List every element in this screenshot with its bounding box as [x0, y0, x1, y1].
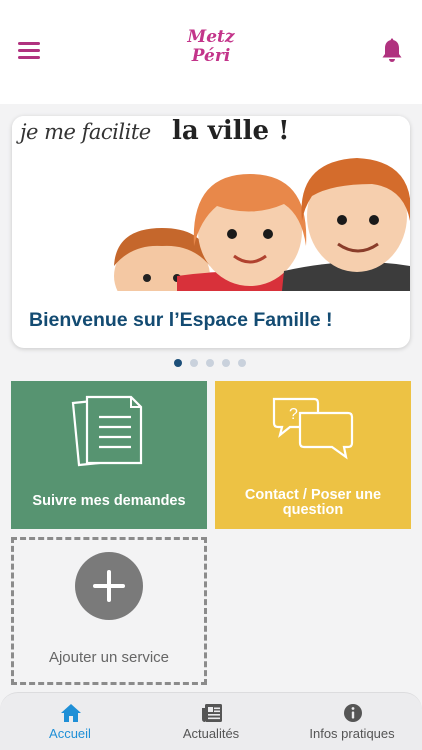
carousel-dot[interactable]: [222, 359, 230, 367]
home-icon: [61, 704, 81, 722]
welcome-title: Bienvenue sur l’Espace Famille !: [29, 309, 333, 331]
documents-icon: [71, 395, 143, 467]
svg-text:?: ?: [289, 406, 298, 423]
plus-icon: [75, 552, 143, 620]
chat-question-icon: ?: [272, 397, 354, 460]
hamburger-menu-icon[interactable]: [18, 42, 40, 62]
tab-actualites[interactable]: Actualités: [141, 693, 281, 750]
info-icon: [344, 704, 362, 722]
tab-accueil[interactable]: Accueil: [0, 693, 140, 750]
contact-label: Contact / Poser une question: [244, 487, 382, 518]
bell-icon[interactable]: [380, 38, 404, 64]
tab-label: Actualités: [182, 726, 240, 741]
track-requests-tile[interactable]: Suivre mes demandes: [11, 381, 207, 529]
app-logo: Metz Péri: [170, 28, 252, 66]
bottom-tab-bar: Accueil Actualités Infos pratiques: [0, 692, 422, 750]
contact-tile[interactable]: ? Contact / Poser une question: [215, 381, 411, 529]
tab-label: Infos pratiques: [309, 726, 395, 741]
welcome-carousel-card[interactable]: je me facilite la ville ! Bienvenue sur …: [12, 116, 410, 348]
add-service-tile[interactable]: Ajouter un service: [11, 537, 207, 685]
carousel-pagination: [174, 359, 246, 369]
logo-line-2: Péri: [191, 46, 231, 66]
family-illustration: [114, 158, 410, 291]
carousel-dot[interactable]: [238, 359, 246, 367]
tab-infos-pratiques[interactable]: Infos pratiques: [282, 693, 422, 750]
app-header: Metz Péri: [0, 0, 422, 104]
track-requests-label: Suivre mes demandes: [32, 493, 186, 509]
add-service-label: Ajouter un service: [48, 649, 170, 666]
logo-line-1: Metz: [187, 27, 235, 47]
carousel-dot[interactable]: [206, 359, 214, 367]
tab-label: Accueil: [49, 726, 91, 741]
newspaper-icon: [202, 704, 222, 722]
family-banner-image: je me facilite la ville !: [12, 116, 410, 291]
carousel-dot[interactable]: [174, 359, 182, 367]
carousel-dot[interactable]: [190, 359, 198, 367]
